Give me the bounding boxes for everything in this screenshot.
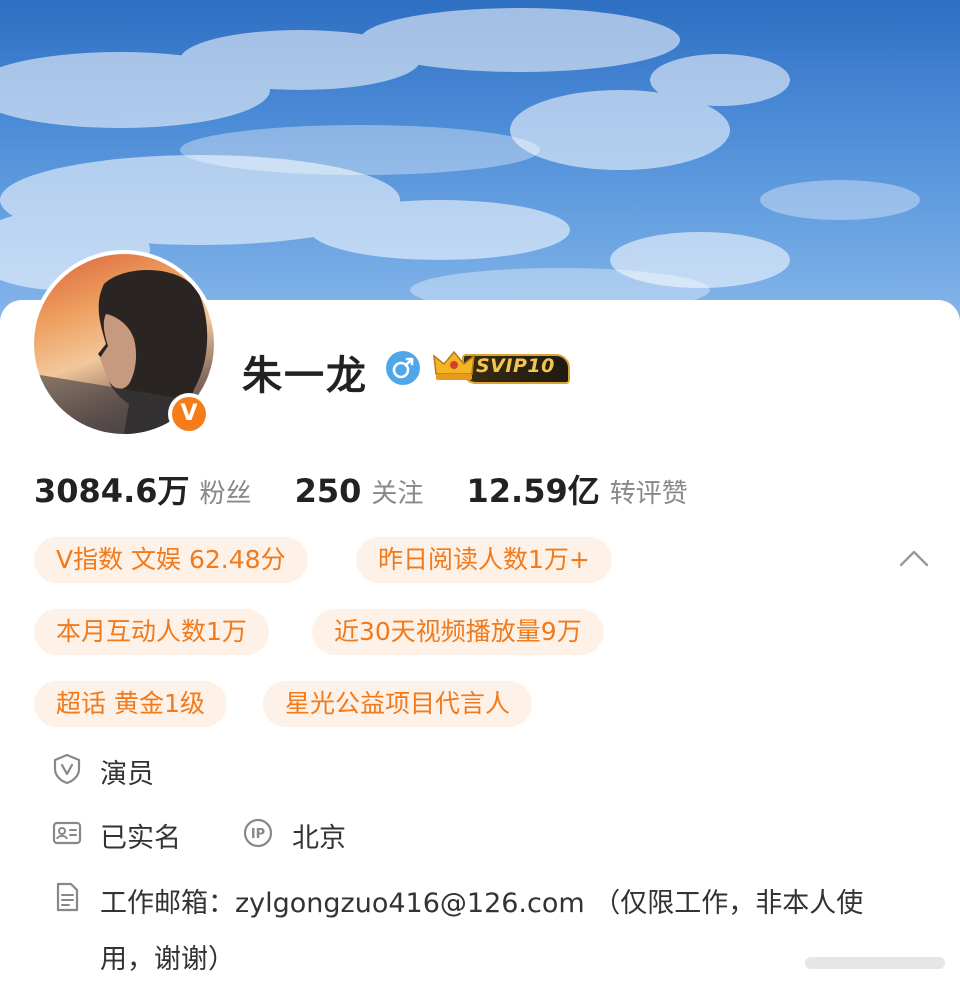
work-email-text: 工作邮箱：zylgongzuo416@126.com （仅限工作，非本人使用，谢…: [100, 888, 864, 975]
stat-label: 粉丝: [199, 479, 252, 509]
ip-icon: IP: [243, 818, 273, 848]
tag-super-topic[interactable]: 超话 黄金1级: [34, 681, 227, 727]
profile-name: 朱一龙: [242, 353, 368, 399]
tag-charity-ambassador[interactable]: 星光公益项目代言人: [263, 681, 533, 727]
stat-interactions[interactable]: 12.59亿 转评赞: [467, 466, 688, 512]
stat-value: 250: [294, 472, 362, 510]
svip-badge[interactable]: SVIP10: [432, 348, 570, 384]
crown-icon: [433, 350, 475, 380]
stats-row: 3084.6万 粉丝 250 关注 12.59亿 转评赞: [34, 466, 726, 510]
verified-badge: V: [168, 393, 210, 435]
home-indicator: [805, 957, 945, 969]
tag-video-plays[interactable]: 近30天视频播放量9万: [312, 609, 604, 655]
tag-daily-readers[interactable]: 昨日阅读人数1万+: [356, 537, 612, 583]
stat-following[interactable]: 250 关注: [295, 472, 424, 510]
occupation-text: 演员: [100, 759, 154, 790]
stat-label: 转评赞: [609, 479, 688, 509]
document-icon: [56, 882, 79, 912]
stat-label: 关注: [371, 479, 424, 509]
stat-followers[interactable]: 3084.6万 粉丝: [34, 466, 252, 512]
male-icon: [386, 351, 420, 385]
tag-monthly-interactions[interactable]: 本月互动人数1万: [34, 609, 269, 655]
tag-v-index[interactable]: V指数 文娱 62.48分: [34, 537, 308, 583]
stat-value: 12.59亿: [466, 472, 600, 510]
ip-location-text: 北京: [292, 823, 346, 854]
verified-v-icon: V: [172, 397, 206, 431]
shield-v-icon: [53, 753, 81, 785]
id-card-icon: [52, 821, 82, 845]
real-name-text: 已实名: [100, 823, 181, 854]
svip-label: SVIP10: [476, 355, 555, 377]
stat-value: 3084.6万: [34, 472, 190, 510]
svg-text:IP: IP: [251, 827, 265, 842]
chevron-up-icon[interactable]: [898, 546, 930, 570]
